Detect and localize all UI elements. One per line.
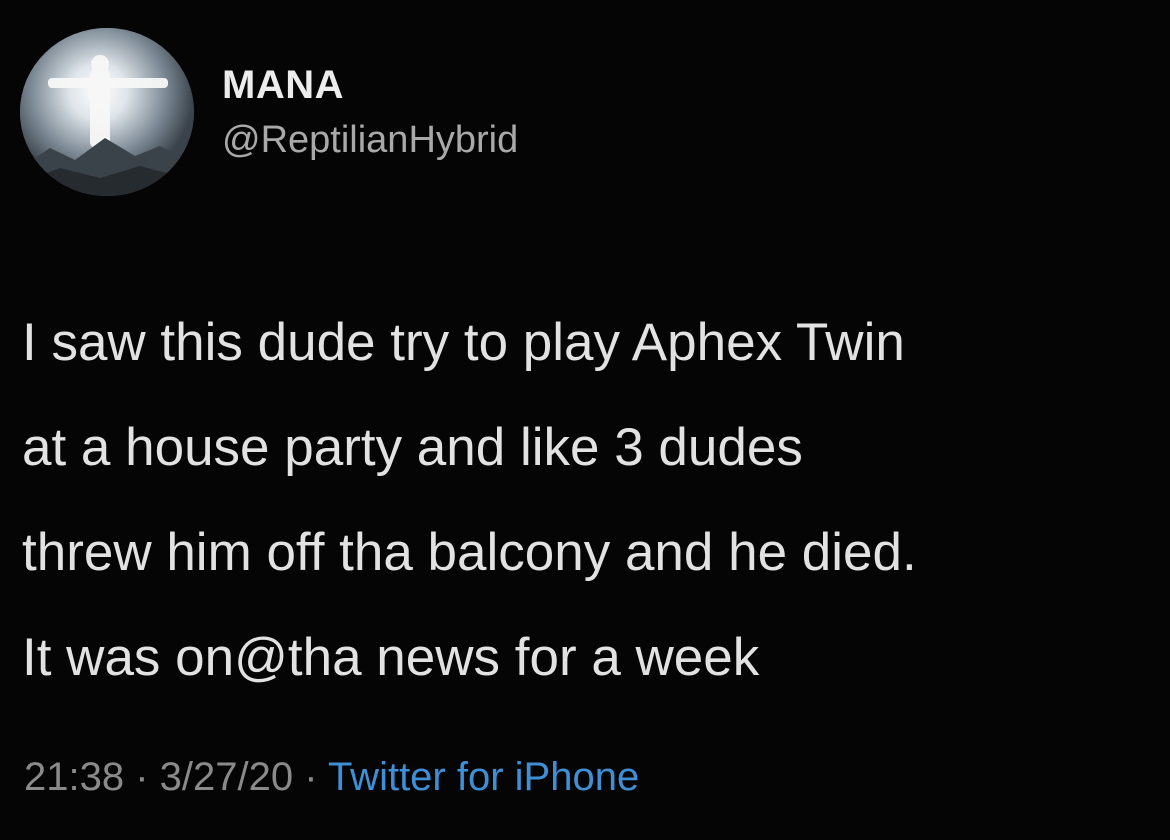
- user-handle[interactable]: @ReptilianHybrid: [222, 118, 518, 162]
- tweet-time[interactable]: 21:38: [24, 755, 124, 799]
- tweet-text-line: I saw this dude try to play Aphex Twin: [22, 313, 905, 372]
- tweet-text-line: threw him off tha balcony and he died.: [22, 523, 917, 582]
- tweet-text-line: at a house party and like 3 dudes: [22, 418, 803, 477]
- meta-separator: ·: [124, 755, 160, 799]
- tweet-header: MANA @ReptilianHybrid: [222, 62, 518, 162]
- tweet-source-link[interactable]: Twitter for iPhone: [328, 755, 639, 799]
- tweet-date[interactable]: 3/27/20: [160, 755, 293, 799]
- statue-on-mountain-icon: [20, 28, 194, 196]
- tweet-text: I saw this dude try to play Aphex Twin a…: [22, 290, 1162, 710]
- tweet-card: MANA @ReptilianHybrid I saw this dude tr…: [0, 0, 1170, 840]
- meta-separator: ·: [293, 755, 328, 799]
- tweet-text-line: It was on@tha news for a week: [22, 628, 760, 687]
- avatar[interactable]: [20, 28, 194, 196]
- display-name[interactable]: MANA: [222, 62, 518, 108]
- tweet-meta: 21:38 · 3/27/20 · Twitter for iPhone: [24, 752, 639, 802]
